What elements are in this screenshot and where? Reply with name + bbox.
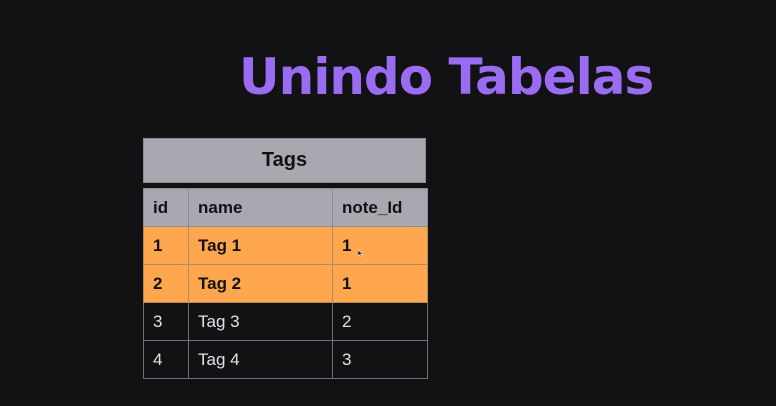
slide-title: Unindo Tabelas xyxy=(239,48,654,106)
table-header-row: id name note_Id xyxy=(143,188,428,227)
cell-name: Tag 2 xyxy=(188,264,333,303)
cell-note-id: 1 xyxy=(332,264,428,303)
cell-name: Tag 4 xyxy=(188,340,333,379)
cell-note-id: 1 xyxy=(332,226,428,265)
table-row: 2 Tag 2 1 xyxy=(143,264,428,303)
cell-id: 3 xyxy=(143,302,189,341)
table-row: 1 Tag 1 1 xyxy=(143,226,428,265)
table-row: 4 Tag 4 3 xyxy=(143,340,428,379)
tags-table: id name note_Id 1 Tag 1 1 2 Tag 2 1 3 Ta… xyxy=(143,188,428,379)
column-header-name: name xyxy=(188,188,333,227)
cell-note-id: 3 xyxy=(332,340,428,379)
cell-id: 4 xyxy=(143,340,189,379)
mouse-cursor-icon xyxy=(358,250,363,257)
cell-note-id: 2 xyxy=(332,302,428,341)
table-caption: Tags xyxy=(143,138,426,183)
cell-name: Tag 3 xyxy=(188,302,333,341)
column-header-id: id xyxy=(143,188,189,227)
cell-id: 2 xyxy=(143,264,189,303)
table-row: 3 Tag 3 2 xyxy=(143,302,428,341)
cell-name: Tag 1 xyxy=(188,226,333,265)
column-header-note-id: note_Id xyxy=(332,188,428,227)
cell-id: 1 xyxy=(143,226,189,265)
